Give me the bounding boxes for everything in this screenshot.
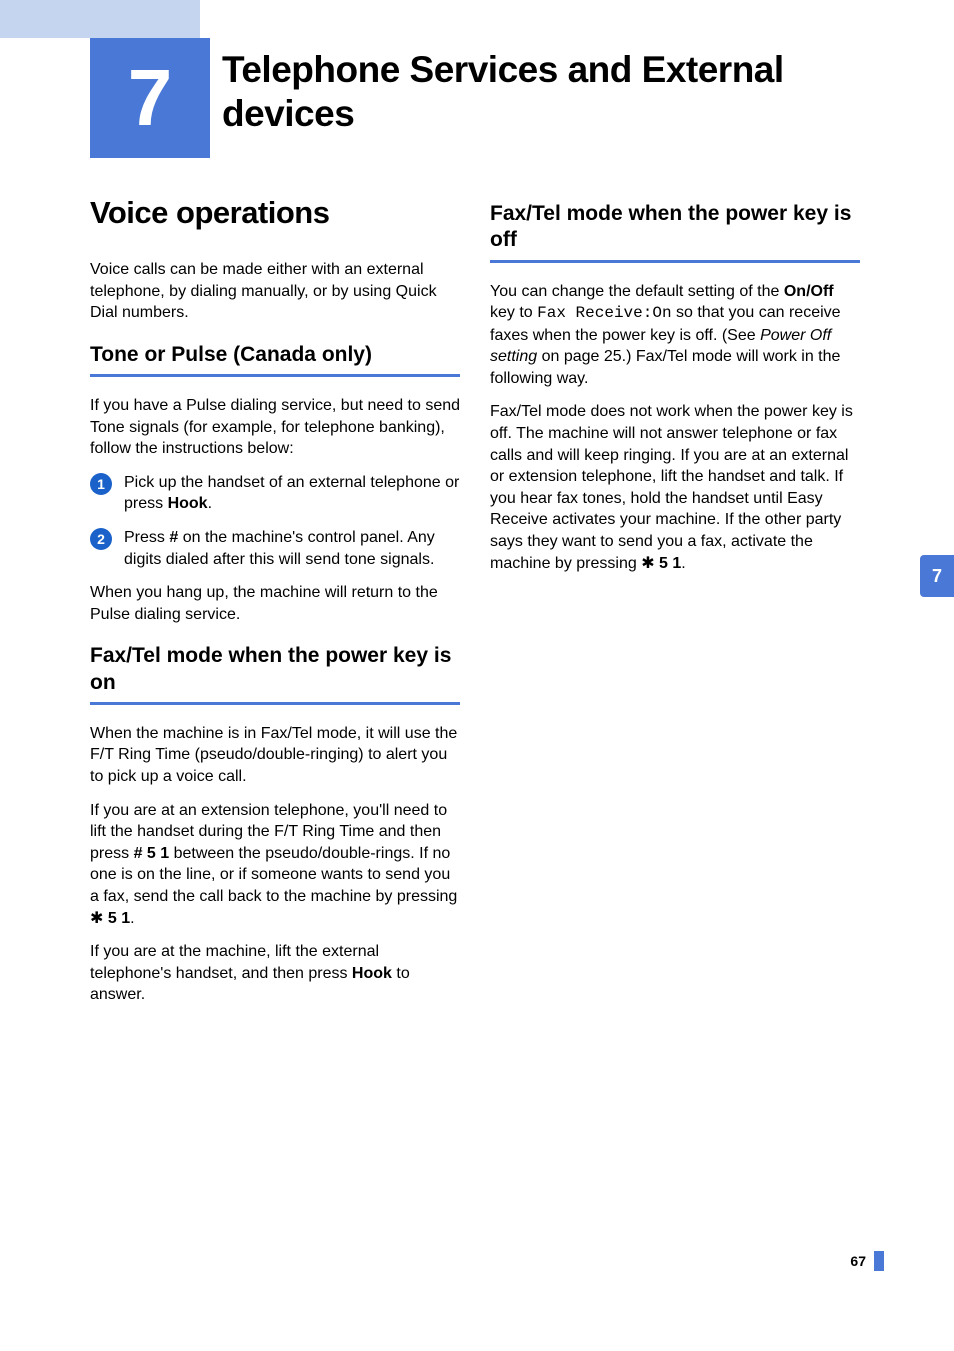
chapter-number-block: 7 [90,38,210,158]
subsection-heading: Fax/Tel mode when the power key is off [490,201,860,260]
chapter-title: Telephone Services and External devices [222,48,862,137]
heading-underline [90,374,460,377]
text-run: Press [124,529,169,546]
text-run: If you are at the machine, lift the exte… [90,943,379,982]
paragraph: You can change the default setting of th… [490,281,860,390]
step-list: 1 Pick up the handset of an external tel… [90,472,460,570]
mono-text: Fax Receive:On [537,304,671,322]
chapter-side-tab: 7 [920,555,954,597]
subsection-heading: Fax/Tel mode when the power key is on [90,643,460,702]
page-number-area: 67 [850,1251,884,1271]
heading-underline [90,702,460,705]
page-number-accent [874,1251,884,1271]
bold-text: Hook [352,965,392,982]
text-run: . [208,495,212,512]
bold-text: # [169,529,178,546]
bold-text: 5 1 [659,555,681,572]
step-text: Pick up the handset of an external telep… [124,472,460,515]
step-text: Press # on the machine's control panel. … [124,527,460,570]
text-run: Fax/Tel mode does not work when the powe… [490,403,853,571]
top-accent-bar [0,0,200,38]
text-run: key to [490,304,537,321]
step-item: 1 Pick up the handset of an external tel… [90,472,460,515]
paragraph: When you hang up, the machine will retur… [90,582,460,625]
text-run: You can change the default setting of th… [490,283,784,300]
bold-text: 5 1 [108,910,130,927]
star-symbol: ✱ [90,910,108,927]
left-column: Voice operations Voice calls can be made… [90,195,460,1018]
right-column: Fax/Tel mode when the power key is off Y… [490,195,860,1018]
text-run: on page 25.) Fax/Tel mode will work in t… [490,348,840,387]
step-number-icon: 2 [90,528,112,550]
subsection-heading: Tone or Pulse (Canada only) [90,342,460,374]
step-number-icon: 1 [90,473,112,495]
star-symbol: ✱ [641,555,659,572]
subsection-faxtel-power-on: Fax/Tel mode when the power key is on [90,643,460,705]
paragraph: If you are at an extension telephone, yo… [90,800,460,930]
section-heading-voice-operations: Voice operations [90,195,460,231]
text-run: . [130,910,134,927]
bold-text: Hook [168,495,208,512]
paragraph: Fax/Tel mode does not work when the powe… [490,401,860,574]
bold-text: On/Off [784,283,834,300]
text-run: . [681,555,685,572]
paragraph: Voice calls can be made either with an e… [90,259,460,324]
paragraph: If you have a Pulse dialing service, but… [90,395,460,460]
subsection-tone-or-pulse: Tone or Pulse (Canada only) [90,342,460,377]
bold-text: # 5 1 [134,845,170,862]
paragraph: If you are at the machine, lift the exte… [90,941,460,1006]
heading-underline [490,260,860,263]
document-page: 7 Telephone Services and External device… [0,0,954,1351]
paragraph: When the machine is in Fax/Tel mode, it … [90,723,460,788]
page-number: 67 [850,1253,866,1269]
content-area: Voice operations Voice calls can be made… [90,195,860,1018]
step-item: 2 Press # on the machine's control panel… [90,527,460,570]
subsection-faxtel-power-off: Fax/Tel mode when the power key is off [490,201,860,263]
